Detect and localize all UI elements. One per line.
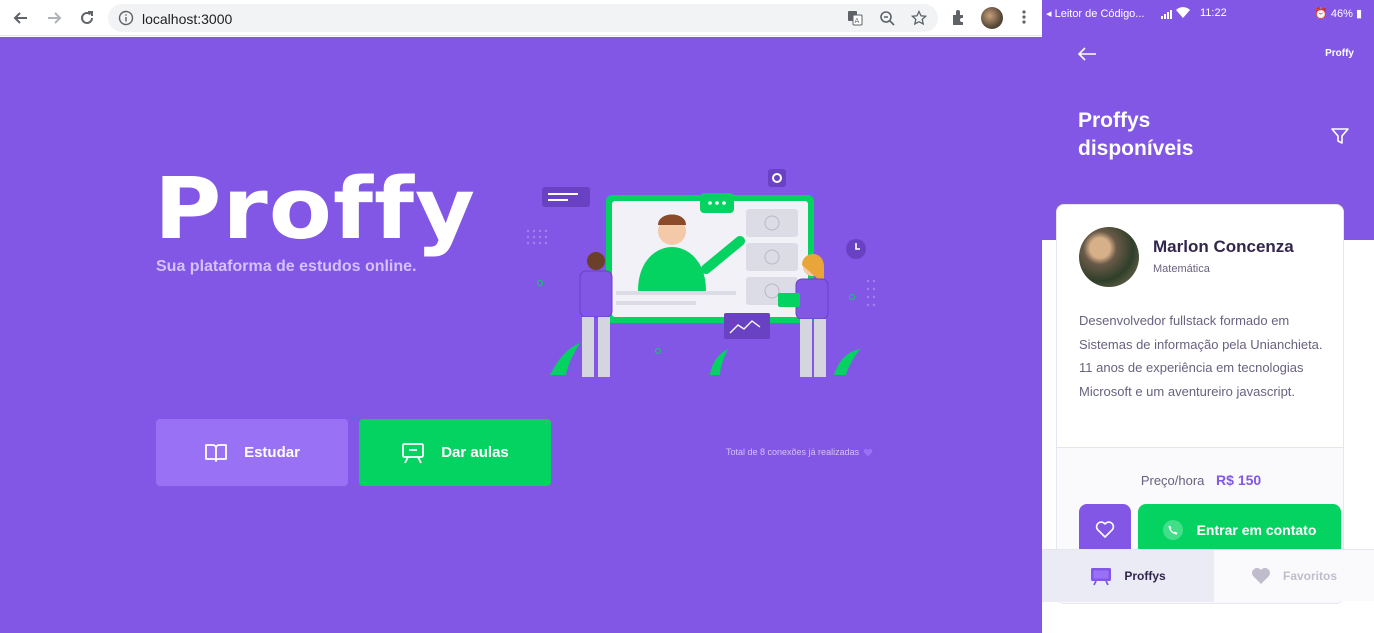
book-icon [205,443,227,462]
star-icon[interactable] [910,9,928,27]
header-logo: Proffy [1325,48,1354,59]
zoom-icon[interactable] [878,9,896,27]
connections-counter: Total de 8 conexões já realizadas [726,447,873,457]
teacher-avatar [1079,227,1139,287]
svg-text:A: A [855,17,860,25]
back-icon[interactable] [9,6,33,30]
status-bar: ◂ Leitor de Código... 11:22 ⏰ 46% ▮ [1042,4,1374,22]
teacher-subject: Matemática [1153,263,1210,275]
teach-label: Dar aulas [441,444,509,461]
teacher-bio: Desenvolvedor fullstack formado em Siste… [1079,313,1323,399]
teacher-card: Marlon Concenza Matemática Desenvolvedor… [1056,204,1344,604]
study-label: Estudar [244,444,300,461]
tab-favorites-label: Favoritos [1282,569,1337,583]
heart-icon [1251,568,1270,584]
presentation-icon [402,442,425,463]
price-row: Preço/hora R$ 150 [1057,472,1343,488]
screen-title-line2: disponíveis [1078,137,1194,160]
hero-illustration [526,169,876,377]
easel-icon [1091,568,1112,586]
price-label: Preço/hora [1140,473,1205,488]
teach-button[interactable]: Dar aulas [359,419,551,486]
wifi-icon [1176,7,1190,19]
translate-icon[interactable]: A [846,9,864,27]
study-button[interactable]: Estudar [156,419,348,486]
status-app: ◂ Leitor de Código... [1046,8,1145,20]
reload-icon[interactable] [75,6,99,30]
profile-avatar[interactable] [981,7,1003,29]
menu-icon[interactable] [1013,6,1035,28]
price-value: R$ 150 [1216,472,1262,488]
teacher-name: Marlon Concenza [1153,237,1294,256]
tab-favorites[interactable]: Favoritos [1214,550,1374,602]
contact-label: Entrar em contato [1196,522,1317,538]
bottom-tab-bar: Proffys Favoritos [1042,549,1374,602]
connections-text: Total de 8 conexões já realizadas [726,447,860,457]
info-icon[interactable] [118,10,134,26]
whatsapp-icon [1162,520,1183,540]
tagline: Sua plataforma de estudos online. [156,258,417,275]
landing-page: Proffy Sua plataforma de estudos online. [0,37,1042,633]
screen-title: Proffys disponíveis [1078,107,1278,163]
tab-proffys[interactable]: Proffys [1042,550,1214,602]
status-time: 11:22 [1200,7,1227,19]
heart-icon [863,448,873,456]
address-bar[interactable]: localhost:3000 A [108,4,938,32]
url-text[interactable]: localhost:3000 [142,11,232,27]
heart-outline-icon [1095,521,1115,538]
proffy-logo: Proffy [154,159,477,259]
extensions-icon[interactable] [948,6,970,28]
browser-toolbar: localhost:3000 A [0,0,1042,36]
browser-window: localhost:3000 A Proffy Sua plataforma d… [0,0,1042,633]
screen-title-line1: Proffys [1078,109,1151,132]
filter-icon[interactable] [1330,126,1350,146]
phone-mirror: ◂ Leitor de Código... 11:22 ⏰ 46% ▮ Prof… [1042,0,1374,633]
status-battery: ⏰ 46% ▮ [1314,8,1362,20]
back-arrow-icon[interactable] [1076,45,1098,63]
tab-proffys-label: Proffys [1124,569,1166,583]
forward-icon[interactable] [42,6,66,30]
